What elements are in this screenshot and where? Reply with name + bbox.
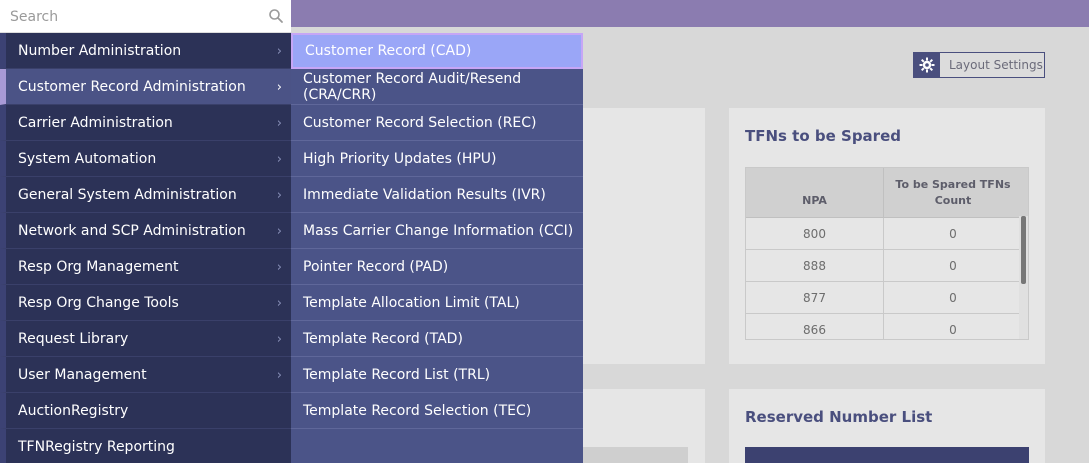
submenu-item-customer-record-cad[interactable]: Customer Record (CAD)	[291, 33, 583, 69]
table-header-bar	[745, 447, 1029, 463]
count-cell: 0	[949, 290, 957, 305]
reserved-number-list-card: Reserved Number List	[729, 389, 1045, 463]
npa-cell: 877	[746, 282, 884, 313]
card-header-bar	[580, 447, 688, 463]
menu-item-resp-org-change-tools[interactable]: Resp Org Change Tools ›	[0, 285, 291, 321]
tfn-table: NPA To be Spared TFNs Count 800 0 888 0 …	[745, 167, 1029, 340]
chevron-right-icon: ›	[276, 152, 282, 167]
menu-item-label: General System Administration	[18, 186, 237, 203]
menu-item-resp-org-management[interactable]: Resp Org Management ›	[0, 249, 291, 285]
menu-search	[0, 0, 291, 33]
card-title: Reserved Number List	[745, 408, 933, 426]
column-header-count[interactable]: To be Spared TFNs Count	[884, 168, 1022, 217]
count-cell: 0	[949, 226, 957, 241]
menu-item-label: Resp Org Change Tools	[18, 294, 179, 311]
search-icon[interactable]	[268, 8, 284, 24]
submenu-item-immediate-validation-results[interactable]: Immediate Validation Results (IVR)	[291, 177, 583, 213]
submenu-item-template-record-list[interactable]: Template Record List (TRL)	[291, 357, 583, 393]
table-row: 800 0	[746, 218, 1028, 250]
submenu-item-template-record-selection[interactable]: Template Record Selection (TEC)	[291, 393, 583, 429]
submenu-item-customer-record-selection[interactable]: Customer Record Selection (REC)	[291, 105, 583, 141]
menu-item-label: TFNRegistry Reporting	[18, 438, 175, 455]
submenu-item-high-priority-updates[interactable]: High Priority Updates (HPU)	[291, 141, 583, 177]
chevron-right-icon: ›	[276, 296, 282, 311]
menu-item-number-administration[interactable]: Number Administration ›	[0, 33, 291, 69]
submenu-item-pointer-record[interactable]: Pointer Record (PAD)	[291, 249, 583, 285]
chevron-right-icon: ›	[276, 224, 282, 239]
table-header: NPA To be Spared TFNs Count	[746, 168, 1028, 218]
menu-item-customer-record-administration[interactable]: Customer Record Administration ›	[0, 69, 291, 105]
npa-cell: 866	[746, 314, 884, 339]
menu-item-label: Resp Org Management	[18, 258, 179, 275]
chevron-right-icon: ›	[276, 44, 282, 59]
menu-item-label: Customer Record Administration	[18, 78, 246, 95]
chevron-right-icon: ›	[276, 260, 282, 275]
card-title: TFNs to be Spared	[745, 127, 901, 145]
npa-cell: 800	[746, 218, 884, 249]
layout-settings-button[interactable]: Layout Settings	[913, 52, 1045, 78]
submenu-item-mass-carrier-change[interactable]: Mass Carrier Change Information (CCI)	[291, 213, 583, 249]
tfns-to-be-spared-card: TFNs to be Spared NPA To be Spared TFNs …	[729, 108, 1045, 364]
menu-item-general-system-administration[interactable]: General System Administration ›	[0, 177, 291, 213]
dashboard-card	[580, 389, 705, 463]
scrollbar-thumb[interactable]	[1021, 216, 1026, 284]
menu-item-auction-registry[interactable]: AuctionRegistry	[0, 393, 291, 429]
layout-settings-label: Layout Settings	[949, 58, 1043, 72]
table-row: 888 0	[746, 250, 1028, 282]
menu-item-request-library[interactable]: Request Library ›	[0, 321, 291, 357]
menu-item-label: AuctionRegistry	[18, 402, 129, 419]
menu-item-carrier-administration[interactable]: Carrier Administration ›	[0, 105, 291, 141]
menu-item-tfnregistry-reporting[interactable]: TFNRegistry Reporting	[0, 429, 291, 463]
menu-item-network-scp-administration[interactable]: Network and SCP Administration ›	[0, 213, 291, 249]
chevron-right-icon: ›	[276, 80, 282, 95]
menu-item-user-management[interactable]: User Management ›	[0, 357, 291, 393]
submenu-item-customer-record-audit-resend[interactable]: Customer Record Audit/Resend (CRA/CRR)	[291, 69, 583, 105]
npa-cell: 888	[746, 250, 884, 281]
menu-item-label: Network and SCP Administration	[18, 222, 246, 239]
dashboard-card	[580, 108, 705, 364]
chevron-right-icon: ›	[276, 368, 282, 383]
menu-item-system-automation[interactable]: System Automation ›	[0, 141, 291, 177]
search-input[interactable]	[0, 0, 291, 33]
menu-item-label: Request Library	[18, 330, 129, 347]
gear-icon	[914, 52, 940, 78]
menu-item-label: Number Administration	[18, 42, 182, 59]
menu-item-label: System Automation	[18, 150, 157, 167]
submenu-customer-record-administration: Customer Record (CAD) Customer Record Au…	[291, 33, 583, 463]
menu-item-label: User Management	[18, 366, 147, 383]
main-menu: Number Administration › Customer Record …	[0, 33, 291, 463]
table-row: 877 0	[746, 282, 1028, 314]
count-cell: 0	[949, 258, 957, 273]
chevron-right-icon: ›	[276, 116, 282, 131]
menu-item-label: Carrier Administration	[18, 114, 173, 131]
submenu-item-template-record[interactable]: Template Record (TAD)	[291, 321, 583, 357]
column-header-npa[interactable]: NPA	[746, 168, 884, 217]
count-cell: 0	[949, 322, 957, 337]
chevron-right-icon: ›	[276, 188, 282, 203]
submenu-item-template-allocation-limit[interactable]: Template Allocation Limit (TAL)	[291, 285, 583, 321]
table-row: 866 0	[746, 314, 1028, 339]
chevron-right-icon: ›	[276, 332, 282, 347]
